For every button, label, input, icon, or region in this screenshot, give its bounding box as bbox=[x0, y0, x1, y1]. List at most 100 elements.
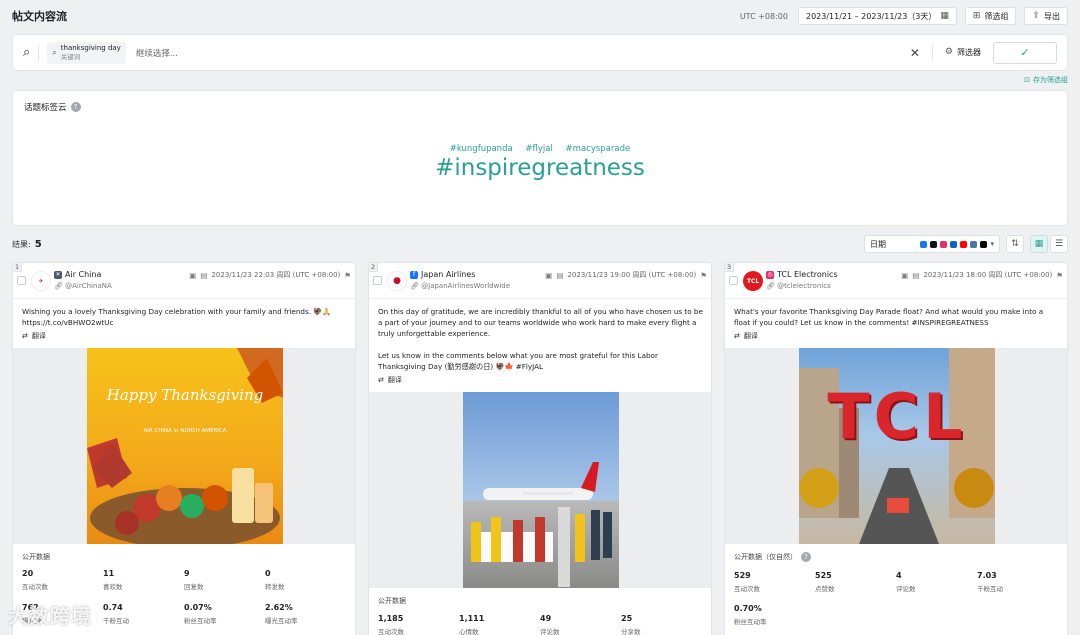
table-view-button[interactable]: ☰ bbox=[1050, 235, 1068, 253]
results-count: 5 bbox=[34, 238, 42, 250]
help-icon[interactable]: ? bbox=[70, 102, 81, 112]
search-input[interactable]: 继续选择... bbox=[136, 47, 178, 59]
select-checkbox[interactable] bbox=[373, 276, 382, 285]
account-handle[interactable]: 🔗︎ @AirChinaNA bbox=[54, 282, 112, 290]
translate-label: 翻译 bbox=[31, 332, 46, 340]
stat-item: 0.70% 粉丝互动率 bbox=[734, 604, 814, 626]
x-icon: ✕ bbox=[54, 270, 62, 279]
handle-text: @tclelectronics bbox=[777, 282, 831, 290]
sort-select[interactable]: 日期 ▾ bbox=[864, 235, 1000, 253]
post-meta: ▣ ▤ 2023/11/23 22:03 周四 (UTC +08:00) ⚑ bbox=[189, 270, 351, 280]
grid-view-button[interactable]: ▦ bbox=[1030, 235, 1048, 253]
stat-value: 1,185 bbox=[378, 614, 404, 623]
stats-title: 公开数据 bbox=[22, 552, 50, 562]
chip-keyword: thanksgiving day bbox=[60, 43, 121, 52]
translate-button[interactable]: ⇄ 翻译 bbox=[378, 375, 402, 385]
account-name[interactable]: ◎ TCL Electronics bbox=[766, 270, 838, 279]
date-range-picker[interactable]: 2023/11/21 – 2023/11/23（3天） ▦ bbox=[797, 7, 957, 25]
post-image[interactable]: Happy Thanksgiving AIR CHINA in NORTH AM… bbox=[87, 348, 283, 544]
view-toggle: ▦ ☰ bbox=[1030, 235, 1068, 253]
sort-icon: ⇅ bbox=[1011, 239, 1019, 249]
select-checkbox[interactable] bbox=[17, 276, 26, 285]
tag-cloud-title-text: 话题标签云 bbox=[24, 103, 67, 113]
export-icon: ⇪ bbox=[1032, 10, 1040, 21]
sort-order-button[interactable]: ⇅ bbox=[1006, 235, 1024, 253]
translate-button[interactable]: ⇄ 翻译 bbox=[22, 331, 46, 341]
tag-flyjal[interactable]: #flyjal bbox=[525, 144, 552, 154]
stat-item: 1,185 互动次数 bbox=[378, 614, 458, 635]
tag-macysparade[interactable]: #macysparade bbox=[566, 144, 631, 154]
stats-title: 公开数据 bbox=[378, 596, 406, 606]
save-filter-label: 存为筛选组 bbox=[1033, 76, 1068, 84]
search-icon[interactable]: ⌕ bbox=[23, 45, 30, 60]
stat-item: 529 互动次数 bbox=[734, 571, 814, 593]
account-handle[interactable]: 🔗︎ @tclelectronics bbox=[766, 282, 831, 290]
card-index: 1 bbox=[13, 263, 23, 272]
close-icon[interactable]: ✕ bbox=[910, 46, 920, 60]
stat-label: 粉丝互动率 bbox=[184, 617, 217, 625]
save-icon: ⊡ bbox=[1024, 76, 1030, 84]
filter-icon: ⚙ bbox=[944, 47, 953, 57]
tag-kungfupanda[interactable]: #kungfupanda bbox=[450, 144, 513, 154]
export-button[interactable]: ⇪ 导出 bbox=[1024, 7, 1068, 25]
divider bbox=[725, 298, 1067, 299]
stat-item: 11 喜欢数 bbox=[103, 569, 183, 591]
stat-label: 千粉互动 bbox=[103, 617, 129, 625]
select-checkbox[interactable] bbox=[729, 276, 738, 285]
stat-label: 曝光互动率 bbox=[265, 617, 298, 625]
post-meta: ▣ ▤ 2023/11/23 19:00 周四 (UTC +08:00) ⚑ bbox=[545, 270, 707, 280]
avatar: TCL bbox=[743, 271, 763, 291]
account-name[interactable]: ✕ Air China bbox=[54, 270, 101, 279]
stats-title-text: 公开数据 bbox=[378, 597, 406, 605]
stat-value: 25 bbox=[621, 614, 633, 623]
stat-item: 1,111 心情数 bbox=[459, 614, 539, 635]
link-icon: 🔗︎ bbox=[410, 282, 419, 290]
bookmark-icon[interactable]: ⚑ bbox=[700, 271, 707, 280]
date-range-value: 2023/11/21 – 2023/11/23（3天） bbox=[805, 11, 937, 21]
translate-label: 翻译 bbox=[387, 376, 402, 384]
divider bbox=[369, 298, 711, 299]
link-icon: 🔗︎ bbox=[766, 282, 775, 290]
translate-icon: ⇄ bbox=[378, 376, 384, 384]
keyword-chip[interactable]: ⌕ thanksgiving day 关键词 bbox=[47, 41, 126, 64]
timezone-label: UTC +08:00 bbox=[739, 11, 788, 21]
post-card[interactable]: 3 TCL ◎ TCL Electronics 🔗︎ @tclelectroni… bbox=[724, 262, 1068, 635]
youtube-icon bbox=[960, 240, 968, 248]
stat-value: 0.74 bbox=[103, 603, 123, 612]
image-icon: ▣ bbox=[545, 270, 553, 280]
tag-cloud-title: 话题标签云 ? bbox=[24, 101, 81, 113]
stat-value: 20 bbox=[22, 569, 34, 578]
post-image[interactable]: TCL bbox=[799, 348, 995, 544]
stat-value: 11 bbox=[103, 569, 115, 578]
stat-label: 回复数 bbox=[184, 583, 204, 591]
stat-value: 0.07% bbox=[184, 603, 212, 612]
tag-inspiregreatness[interactable]: #inspiregreatness bbox=[13, 155, 1067, 181]
post-image[interactable] bbox=[463, 392, 619, 588]
stat-value: 49 bbox=[540, 614, 552, 623]
bookmark-icon[interactable]: ⚑ bbox=[344, 271, 351, 280]
handle-text: @JapanAirlinesWorldwide bbox=[421, 282, 511, 290]
post-card[interactable]: 2 ● f Japan Airlines 🔗︎ @JapanAirlinesWo… bbox=[368, 262, 712, 635]
top-actions: UTC +08:00 2023/11/21 – 2023/11/23（3天） ▦… bbox=[740, 7, 1068, 25]
account-handle[interactable]: 🔗︎ @JapanAirlinesWorldwide bbox=[410, 282, 510, 290]
post-time: 2023/11/23 22:03 周四 (UTC +08:00) bbox=[211, 271, 341, 279]
post-card[interactable]: 1 ✈ ✕ Air China 🔗︎ @AirChinaNA ▣ ▤ 2023/… bbox=[12, 262, 356, 635]
bookmark-icon[interactable]: ⚑ bbox=[1056, 271, 1063, 280]
filter-group-button[interactable]: ⊞ 筛选组 bbox=[964, 7, 1017, 25]
stat-item: 0.07% 粉丝互动率 bbox=[184, 603, 264, 625]
translate-button[interactable]: ⇄ 翻译 bbox=[734, 331, 758, 341]
stat-item: 25 分享数 bbox=[621, 614, 701, 635]
translate-icon: ⇄ bbox=[22, 332, 28, 340]
help-icon[interactable]: ? bbox=[801, 552, 811, 562]
results-bar: 结果: 5 日期 ▾ ⇅ ▦ ☰ bbox=[12, 234, 1068, 254]
stat-value: 7.03 bbox=[977, 571, 997, 580]
confirm-button[interactable]: ✓ bbox=[993, 41, 1057, 64]
account-label: Air China bbox=[65, 270, 102, 279]
save-filter-link[interactable]: ⊡ 存为筛选组 bbox=[1024, 75, 1068, 85]
account-name[interactable]: f Japan Airlines bbox=[410, 270, 475, 279]
stat-label: 粉丝互动率 bbox=[734, 618, 767, 626]
account-label: TCL Electronics bbox=[777, 270, 838, 279]
airport-photo bbox=[471, 462, 612, 587]
document-icon: ▤ bbox=[556, 270, 564, 280]
filter-button[interactable]: ⚙ 筛选器 bbox=[945, 47, 981, 58]
